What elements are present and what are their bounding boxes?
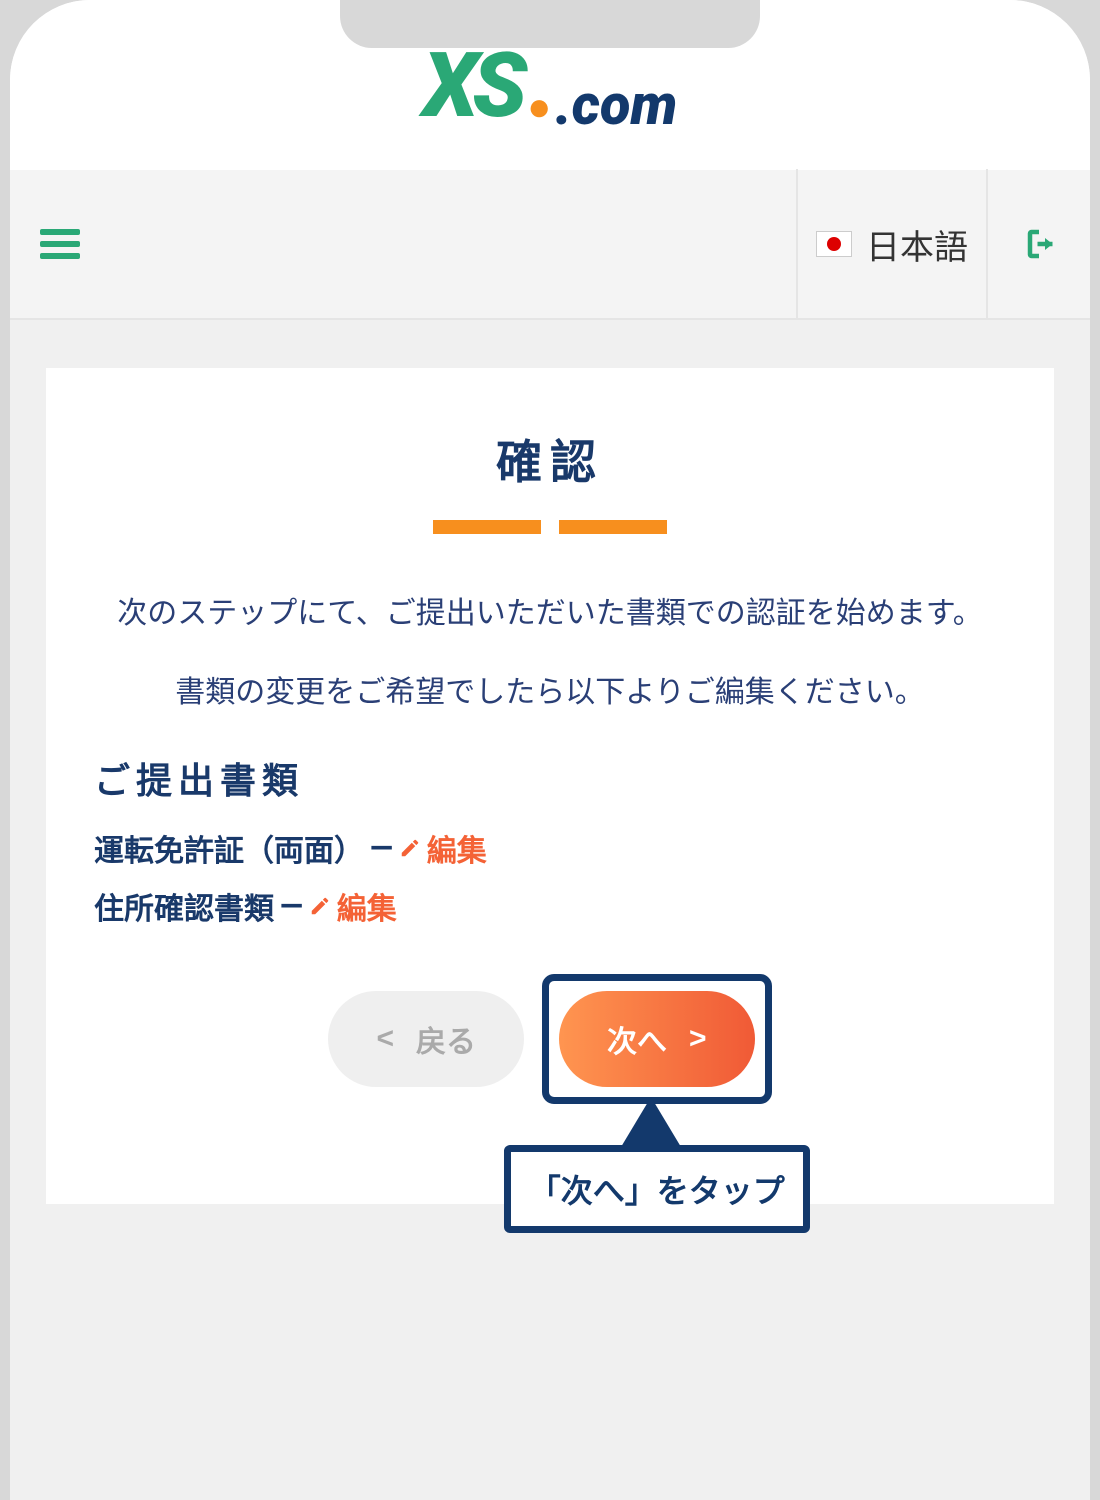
back-button[interactable]: < 戻る: [328, 991, 524, 1087]
doc-row: 住所確認書類 — 編集: [94, 884, 1006, 928]
content-area: 確認 次のステップにて、ご提出いただいた書類での認証を始めます。 書類の変更をご…: [10, 320, 1090, 1500]
doc-label: 運転免許証（両面）: [94, 826, 364, 870]
edit-link[interactable]: 編集: [309, 884, 397, 928]
flag-japan-icon: [816, 231, 852, 257]
language-label: 日本語: [866, 220, 968, 269]
doc-sep: —: [280, 889, 303, 924]
callout-label: 「次へ」をタップ: [504, 1145, 810, 1233]
paragraph-2: 書類の変更をご希望でしたら以下よりご編集ください。: [94, 667, 1006, 718]
top-nav: 日本語: [10, 170, 1090, 320]
page-title: 確認: [94, 426, 1006, 492]
menu-icon[interactable]: [40, 229, 80, 259]
brand-suffix: ●.com: [527, 72, 677, 138]
next-button-highlight: 次へ > 「次へ」をタップ: [542, 974, 772, 1104]
chevron-left-icon: <: [376, 1022, 394, 1056]
pencil-icon: [399, 837, 421, 859]
paragraph-1: 次のステップにて、ご提出いただいた書類での認証を始めます。: [94, 588, 1006, 639]
documents-title: ご提出書類: [94, 752, 1006, 804]
title-underline: [94, 520, 1006, 534]
logout-icon[interactable]: [1024, 226, 1060, 262]
edit-link[interactable]: 編集: [399, 826, 487, 870]
button-row: < 戻る 次へ > 「次へ」をタップ: [94, 974, 1006, 1104]
brand-xs: XS: [423, 33, 521, 138]
brand-logo: XS ●.com: [423, 33, 678, 138]
callout-arrow-icon: [621, 1097, 681, 1147]
pencil-icon: [309, 895, 331, 917]
language-selector[interactable]: 日本語: [796, 169, 988, 319]
doc-row: 運転免許証（両面） — 編集: [94, 826, 1006, 870]
chevron-right-icon: >: [689, 1022, 707, 1056]
next-button[interactable]: 次へ >: [559, 991, 755, 1087]
phone-notch: [340, 0, 760, 48]
doc-label: 住所確認書類: [94, 884, 274, 928]
confirm-card: 確認 次のステップにて、ご提出いただいた書類での認証を始めます。 書類の変更をご…: [46, 368, 1054, 1204]
doc-sep: —: [370, 831, 393, 866]
